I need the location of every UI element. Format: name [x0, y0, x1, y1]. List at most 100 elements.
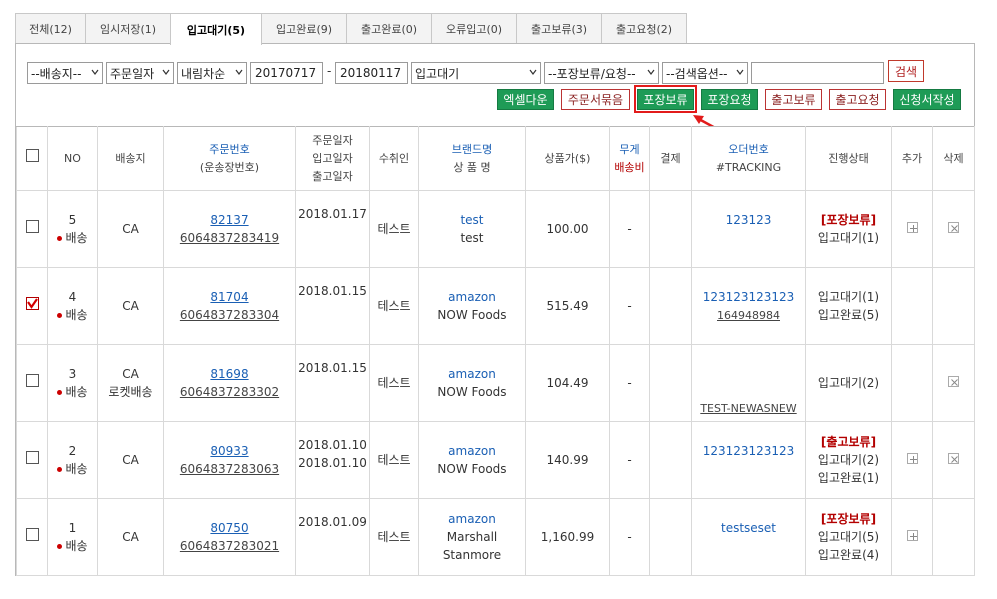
- tab-outbound-hold[interactable]: 출고보류(3): [516, 13, 602, 44]
- progress-cell: 입고대기(1) 입고완료(5): [805, 267, 892, 345]
- order-tracking-cell: testseset: [691, 498, 806, 576]
- destination-select-value: --배송지--: [31, 66, 82, 81]
- destination-cell: CA: [97, 267, 164, 345]
- row-checkbox[interactable]: [25, 528, 39, 541]
- row-type-label: 배송: [65, 385, 88, 399]
- order-number-link[interactable]: 81698: [210, 367, 248, 381]
- row-number: 2: [68, 444, 77, 458]
- destination-value: CA: [122, 530, 139, 544]
- header-order-id: 오더번호: [728, 142, 769, 156]
- header-order-number[interactable]: 주문번호 (운송장번호): [163, 126, 296, 191]
- pack-request-button[interactable]: 포장요청: [701, 89, 758, 110]
- order-id-link[interactable]: 123123123123: [692, 288, 805, 306]
- waybill-link[interactable]: 6064837283304: [180, 308, 279, 322]
- date-from-input[interactable]: 20170717: [250, 62, 323, 84]
- brand-value[interactable]: amazon: [419, 510, 525, 528]
- write-form-button[interactable]: 신청서작성: [893, 89, 961, 110]
- add-icon[interactable]: [906, 530, 918, 541]
- row-checkbox[interactable]: [25, 220, 39, 233]
- order-number-link[interactable]: 81704: [210, 290, 248, 304]
- status-line: 입고완료(4): [817, 548, 880, 562]
- tab-outbound-request[interactable]: 출고요청(2): [601, 13, 687, 44]
- destination-select[interactable]: --배송지--: [27, 62, 103, 84]
- header-destination: 배송지: [97, 126, 164, 191]
- delete-icon[interactable]: [948, 453, 959, 464]
- brand-value[interactable]: amazon: [419, 288, 525, 306]
- progress-cell: [출고보류] 입고대기(2) 입고완료(1): [805, 421, 892, 499]
- delete-icon[interactable]: [948, 222, 959, 233]
- brand-value[interactable]: amazon: [419, 365, 525, 383]
- chevron-down-icon: [91, 69, 99, 75]
- ship-hold-button[interactable]: 출고보류: [765, 89, 822, 110]
- order-cell: 81698 6064837283302: [163, 344, 296, 422]
- order-cell: 81704 6064837283304: [163, 267, 296, 345]
- order-number-link[interactable]: 80933: [210, 444, 248, 458]
- tab-waiting-inbound[interactable]: 입고대기(5): [170, 13, 262, 45]
- status-line: 입고대기(1): [817, 231, 880, 245]
- tracking-link[interactable]: TEST-NEWASNEW: [700, 402, 796, 415]
- delete-icon[interactable]: [948, 376, 959, 387]
- date-value: 2018.01.09: [298, 515, 367, 529]
- tab-outbound-complete[interactable]: 출고완료(0): [346, 13, 432, 44]
- order-panel: --배송지-- 주문일자 내림차순 20170717 - 20180117 입고…: [15, 43, 975, 576]
- payment-cell: [649, 421, 692, 499]
- order-id-link[interactable]: testseset: [692, 519, 805, 537]
- merge-orders-button[interactable]: 주문서묶음: [561, 89, 630, 110]
- receiver-cell: 테스트: [369, 190, 419, 268]
- waybill-link[interactable]: 6064837283021: [180, 539, 279, 553]
- date-range-separator: -: [327, 64, 332, 78]
- weight-cell: -: [609, 344, 650, 422]
- brand-product-cell: amazon NOW Foods: [418, 421, 526, 499]
- add-icon[interactable]: [906, 222, 918, 233]
- row-checkbox[interactable]: [25, 374, 39, 387]
- date-to-input[interactable]: 20180117: [335, 62, 408, 84]
- order-number-link[interactable]: 82137: [210, 213, 248, 227]
- brand-value[interactable]: test: [419, 211, 525, 229]
- row-checkbox[interactable]: [25, 297, 39, 310]
- date-value: 2018.01.15: [298, 361, 367, 375]
- tab-temp-saved[interactable]: 임시저장(1): [85, 13, 171, 44]
- progress-cell: 입고대기(2): [805, 344, 892, 422]
- order-id-link[interactable]: 123123: [692, 211, 805, 229]
- date-cell: 2018.01.15: [295, 267, 370, 345]
- status-line: 입고대기(2): [817, 453, 880, 467]
- tab-error-inbound[interactable]: 오류입고(0): [431, 13, 517, 44]
- excel-download-button[interactable]: 엑셀다운: [497, 89, 554, 110]
- order-tracking-cell: 123123: [691, 190, 806, 268]
- search-keyword-input[interactable]: [751, 62, 884, 84]
- status-select[interactable]: 입고대기: [411, 62, 541, 84]
- row-checkbox[interactable]: [25, 451, 39, 464]
- checkbox-cell: [16, 344, 48, 422]
- date-type-select[interactable]: 주문일자: [106, 62, 174, 84]
- tracking-link[interactable]: 164948984: [717, 309, 780, 322]
- progress-cell: [포장보류] 입고대기(1): [805, 190, 892, 268]
- table-row: 2 배송 CA 80933 6064837283063 2018.01.10 20…: [16, 421, 975, 499]
- search-option-select[interactable]: --검색옵션--: [662, 62, 748, 84]
- tab-all[interactable]: 전체(12): [15, 13, 86, 44]
- select-all-checkbox[interactable]: [25, 149, 39, 162]
- header-order-tracking[interactable]: 오더번호 #TRACKING: [691, 126, 806, 191]
- sort-order-select[interactable]: 내림차순: [177, 62, 247, 84]
- ship-request-button[interactable]: 출고요청: [829, 89, 886, 110]
- destination-sub: 로켓배송: [108, 385, 153, 399]
- pack-hold-select[interactable]: --포장보류/요청--: [544, 62, 659, 84]
- header-delete: 삭제: [932, 126, 975, 191]
- add-icon[interactable]: [906, 453, 918, 464]
- tab-inbound-complete[interactable]: 입고완료(9): [261, 13, 347, 44]
- sort-order-select-value: 내림차순: [181, 66, 226, 81]
- header-brand-product[interactable]: 브랜드명 상 품 명: [418, 126, 526, 191]
- row-number: 5: [68, 213, 77, 227]
- brand-product-cell: amazon NOW Foods: [418, 267, 526, 345]
- chevron-down-icon: [162, 69, 170, 75]
- waybill-link[interactable]: 6064837283063: [180, 462, 279, 476]
- order-number-link[interactable]: 80750: [210, 521, 248, 535]
- search-button[interactable]: 검색: [888, 60, 924, 82]
- row-type: 배송: [48, 383, 97, 401]
- header-inbound-date: 입고일자: [312, 151, 353, 165]
- order-id-link[interactable]: 123123123123: [692, 442, 805, 460]
- chevron-down-icon: [529, 69, 537, 75]
- row-type-label: 배송: [65, 539, 88, 553]
- waybill-link[interactable]: 6064837283419: [180, 231, 279, 245]
- waybill-link[interactable]: 6064837283302: [180, 385, 279, 399]
- brand-value[interactable]: amazon: [419, 442, 525, 460]
